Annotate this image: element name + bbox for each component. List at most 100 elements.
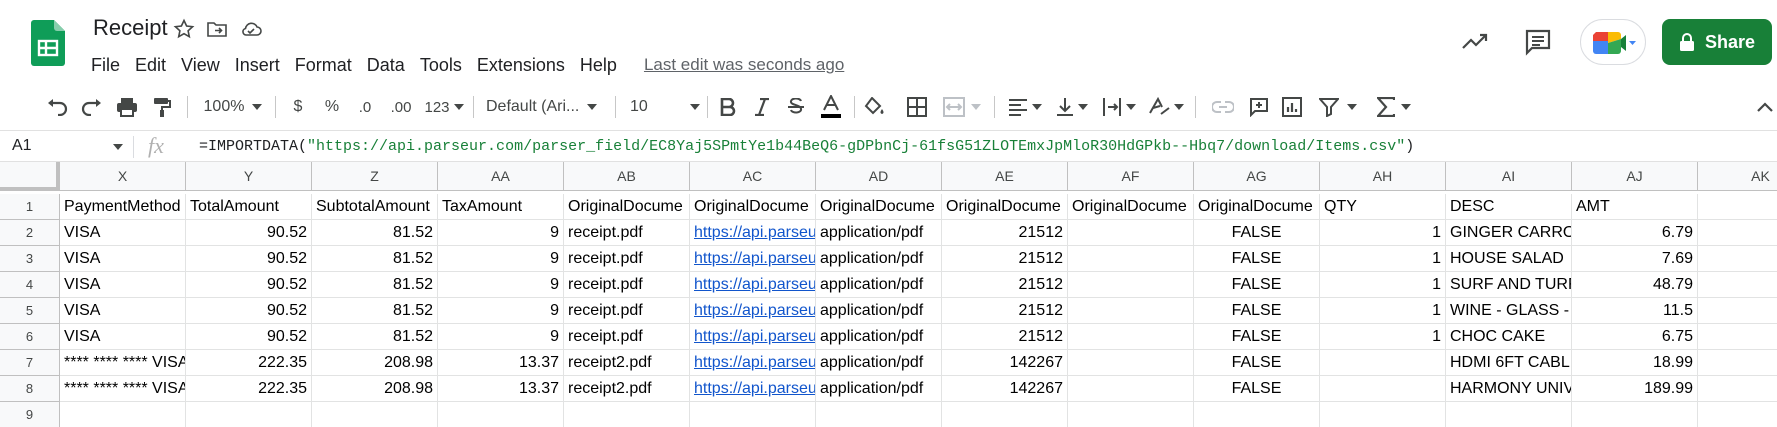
move-folder-icon[interactable] xyxy=(205,17,229,41)
cell-ai7[interactable]: HDMI 6FT CABLE xyxy=(1446,350,1572,376)
cell-x8[interactable]: **** **** **** VISA xyxy=(60,376,186,402)
cell-ab9[interactable] xyxy=(564,402,690,427)
column-header-ab[interactable]: AB xyxy=(564,162,690,191)
cell-aj1[interactable]: AMT xyxy=(1572,194,1698,220)
cell-ah8[interactable] xyxy=(1320,376,1446,402)
borders-button[interactable] xyxy=(904,94,930,120)
cell-ab4[interactable]: receipt.pdf xyxy=(564,272,690,298)
cell-ak5[interactable] xyxy=(1698,298,1777,324)
column-header-af[interactable]: AF xyxy=(1068,162,1194,191)
collapse-menu-button[interactable] xyxy=(1756,94,1774,120)
menu-data[interactable]: Data xyxy=(367,55,405,76)
strikethrough-button[interactable] xyxy=(784,94,808,120)
cell-ah6[interactable]: 1 xyxy=(1320,324,1446,350)
cell-ag7[interactable]: FALSE xyxy=(1194,350,1320,376)
cell-af4[interactable] xyxy=(1068,272,1194,298)
cell-ah3[interactable]: 1 xyxy=(1320,246,1446,272)
cell-ak8[interactable] xyxy=(1698,376,1777,402)
cell-ad2[interactable]: application/pdf xyxy=(816,220,942,246)
menu-help[interactable]: Help xyxy=(580,55,617,76)
cell-af2[interactable] xyxy=(1068,220,1194,246)
cell-af3[interactable] xyxy=(1068,246,1194,272)
merge-cells-button[interactable] xyxy=(940,94,984,120)
cell-ab2[interactable]: receipt.pdf xyxy=(564,220,690,246)
cell-aa6[interactable]: 9 xyxy=(438,324,564,350)
paint-format-button[interactable] xyxy=(149,94,175,120)
undo-button[interactable] xyxy=(44,94,70,120)
cell-ah7[interactable] xyxy=(1320,350,1446,376)
row-header-6[interactable]: 6 xyxy=(0,324,60,350)
cell-ae1[interactable]: OriginalDocume xyxy=(942,194,1068,220)
cell-z2[interactable]: 81.52 xyxy=(312,220,438,246)
column-header-x[interactable]: X xyxy=(60,162,186,191)
cell-y5[interactable]: 90.52 xyxy=(186,298,312,324)
italic-button[interactable] xyxy=(750,94,774,120)
cell-ah2[interactable]: 1 xyxy=(1320,220,1446,246)
select-all-corner[interactable] xyxy=(0,162,60,191)
cell-aj8[interactable]: 189.99 xyxy=(1572,376,1698,402)
column-header-ah[interactable]: AH xyxy=(1320,162,1446,191)
meet-button[interactable] xyxy=(1580,19,1646,65)
cell-y9[interactable] xyxy=(186,402,312,427)
cell-ac1[interactable]: OriginalDocume xyxy=(690,194,816,220)
cell-ae9[interactable] xyxy=(942,402,1068,427)
comment-icon[interactable] xyxy=(1523,27,1553,57)
cell-ak7[interactable] xyxy=(1698,350,1777,376)
menu-view[interactable]: View xyxy=(181,55,220,76)
document-title[interactable]: Receipt xyxy=(93,15,168,41)
number-format-select[interactable]: 123 xyxy=(422,94,466,120)
text-rotate-button[interactable] xyxy=(1146,94,1186,120)
print-button[interactable] xyxy=(114,94,140,120)
cell-af1[interactable]: OriginalDocume xyxy=(1068,194,1194,220)
cell-ai2[interactable]: GINGER CARROT xyxy=(1446,220,1572,246)
cell-x7[interactable]: **** **** **** VISA xyxy=(60,350,186,376)
cell-aj4[interactable]: 48.79 xyxy=(1572,272,1698,298)
vertical-align-button[interactable] xyxy=(1052,94,1092,120)
column-header-aj[interactable]: AJ xyxy=(1572,162,1698,191)
insert-comment-button[interactable] xyxy=(1246,94,1272,120)
row-header-2[interactable]: 2 xyxy=(0,220,60,246)
cell-af9[interactable] xyxy=(1068,402,1194,427)
cell-ae4[interactable]: 21512 xyxy=(942,272,1068,298)
cell-ae8[interactable]: 142267 xyxy=(942,376,1068,402)
column-header-ak[interactable]: AK xyxy=(1698,162,1777,191)
column-header-z[interactable]: Z xyxy=(312,162,438,191)
cell-ak9[interactable] xyxy=(1698,402,1777,427)
cell-ah1[interactable]: QTY xyxy=(1320,194,1446,220)
cell-ac2[interactable]: https://api.parseur xyxy=(690,220,816,246)
chevron-down-icon[interactable] xyxy=(113,144,123,150)
functions-button[interactable] xyxy=(1374,94,1414,120)
row-header-1[interactable]: 1 xyxy=(0,194,60,220)
cell-ad3[interactable]: application/pdf xyxy=(816,246,942,272)
column-header-ae[interactable]: AE xyxy=(942,162,1068,191)
cell-ac6[interactable]: https://api.parseur xyxy=(690,324,816,350)
cell-ad6[interactable]: application/pdf xyxy=(816,324,942,350)
menu-format[interactable]: Format xyxy=(295,55,352,76)
cell-ad5[interactable]: application/pdf xyxy=(816,298,942,324)
row-header-7[interactable]: 7 xyxy=(0,350,60,376)
cell-x9[interactable] xyxy=(60,402,186,427)
redo-button[interactable] xyxy=(79,94,105,120)
cell-aa3[interactable]: 9 xyxy=(438,246,564,272)
cell-y3[interactable]: 90.52 xyxy=(186,246,312,272)
sheets-logo-icon[interactable] xyxy=(31,20,65,66)
cell-x3[interactable]: VISA xyxy=(60,246,186,272)
cell-z8[interactable]: 208.98 xyxy=(312,376,438,402)
cell-ak1[interactable] xyxy=(1698,194,1777,220)
cell-ab7[interactable]: receipt2.pdf xyxy=(564,350,690,376)
decrease-decimal-button[interactable]: .0 xyxy=(352,94,378,120)
cell-ai3[interactable]: HOUSE SALAD xyxy=(1446,246,1572,272)
cell-af7[interactable] xyxy=(1068,350,1194,376)
zoom-select[interactable]: 100% xyxy=(199,94,267,120)
cell-x4[interactable]: VISA xyxy=(60,272,186,298)
cell-z4[interactable]: 81.52 xyxy=(312,272,438,298)
column-header-ac[interactable]: AC xyxy=(690,162,816,191)
cell-ai1[interactable]: DESC xyxy=(1446,194,1572,220)
cell-af8[interactable] xyxy=(1068,376,1194,402)
cell-z7[interactable]: 208.98 xyxy=(312,350,438,376)
cell-ac8[interactable]: https://api.parseur xyxy=(690,376,816,402)
cell-ag2[interactable]: FALSE xyxy=(1194,220,1320,246)
cell-ac4[interactable]: https://api.parseur xyxy=(690,272,816,298)
row-header-5[interactable]: 5 xyxy=(0,298,60,324)
cell-ae2[interactable]: 21512 xyxy=(942,220,1068,246)
